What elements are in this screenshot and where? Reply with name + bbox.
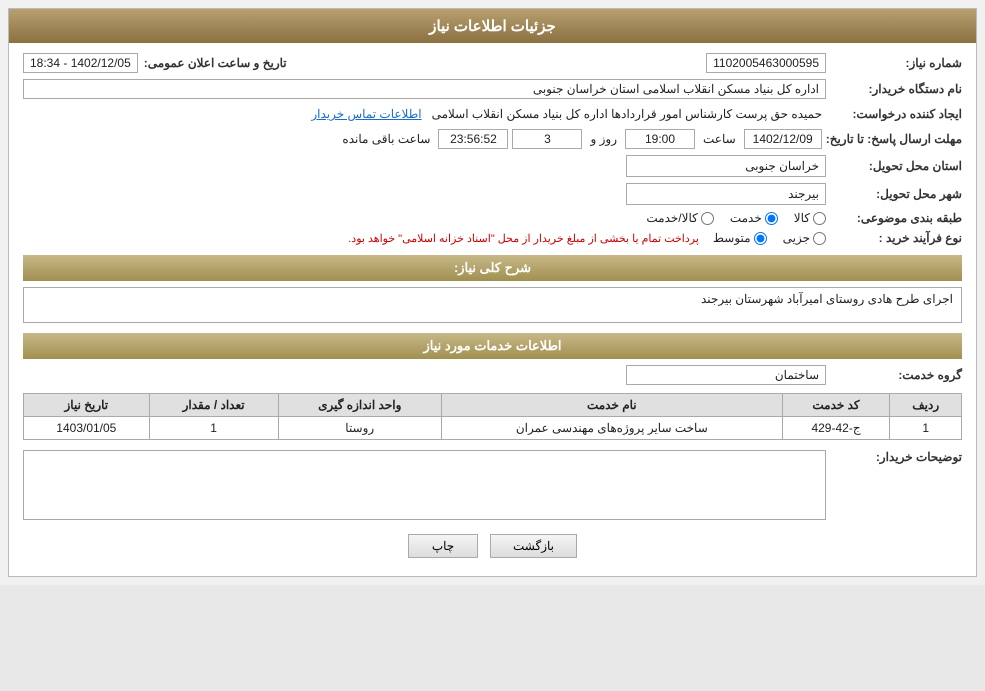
table-cell-date: 1403/01/05 — [24, 417, 150, 440]
table-cell-quantity: 1 — [149, 417, 278, 440]
category-option-khedmat[interactable]: خدمت — [730, 211, 778, 225]
table-cell-unit: روستا — [278, 417, 441, 440]
buyer-notes-input[interactable] — [23, 450, 826, 520]
category-label: طبقه بندی موضوعی: — [832, 211, 962, 225]
action-buttons: بازگشت چاپ — [23, 534, 962, 558]
description-section-header: شرح کلی نیاز: — [23, 255, 962, 281]
creator-contact-link[interactable]: اطلاعات تماس خریدار — [311, 107, 421, 121]
table-cell-code: ج-42-429 — [782, 417, 890, 440]
process-option-jozi[interactable]: جزیی — [783, 231, 826, 245]
table-header-qty: تعداد / مقدار — [149, 394, 278, 417]
table-header-unit: واحد اندازه گیری — [278, 394, 441, 417]
services-table: ردیف کد خدمت نام خدمت واحد اندازه گیری ت… — [23, 393, 962, 440]
announce-label: تاریخ و ساعت اعلان عمومی: — [144, 56, 287, 70]
city-value: بیرجند — [626, 183, 826, 205]
process-label: نوع فرآیند خرید : — [832, 231, 962, 245]
deadline-label: مهلت ارسال پاسخ: تا تاریخ: — [826, 132, 962, 146]
city-label: شهر محل تحویل: — [832, 187, 962, 201]
deadline-days: 3 — [512, 129, 582, 149]
category-option-kala-khedmat[interactable]: کالا/خدمت — [646, 211, 713, 225]
print-button[interactable]: چاپ — [408, 534, 478, 558]
service-group-label: گروه خدمت: — [832, 368, 962, 382]
process-note: پرداخت تمام یا بخشی از مبلغ خریدار از مح… — [348, 232, 699, 245]
category-option-kala[interactable]: کالا — [794, 211, 826, 225]
table-cell-name: ساخت سایر پروژه‌های مهندسی عمران — [441, 417, 782, 440]
back-button[interactable]: بازگشت — [490, 534, 577, 558]
deadline-remaining: 23:56:52 — [438, 129, 508, 149]
deadline-date: 1402/12/09 — [744, 129, 822, 149]
deadline-time-label: ساعت — [699, 130, 740, 148]
service-group-value: ساختمان — [626, 365, 826, 385]
buyer-org-label: نام دستگاه خریدار: — [832, 82, 962, 96]
table-header-name: نام خدمت — [441, 394, 782, 417]
need-number-value: 1102005463000595 — [706, 53, 826, 73]
page-title: جزئیات اطلاعات نیاز — [9, 9, 976, 43]
deadline-remaining-label: ساعت باقی مانده — [338, 130, 434, 148]
province-value: خراسان جنوبی — [626, 155, 826, 177]
table-header-code: کد خدمت — [782, 394, 890, 417]
deadline-time: 19:00 — [625, 129, 695, 149]
description-value: اجرای طرح هادی روستای امیرآباد شهرستان ب… — [23, 287, 962, 323]
creator-label: ایجاد کننده درخواست: — [832, 107, 962, 121]
table-cell-row: 1 — [890, 417, 962, 440]
table-header-date: تاریخ نیاز — [24, 394, 150, 417]
table-header-row: ردیف — [890, 394, 962, 417]
buyer-org-value: اداره کل بنیاد مسکن انقلاب اسلامی استان … — [23, 79, 826, 99]
process-option-motavaset[interactable]: متوسط — [713, 231, 767, 245]
announce-value: 1402/12/05 - 18:34 — [23, 53, 138, 73]
deadline-day-label: روز و — [586, 130, 621, 148]
creator-value: حمیده حق پرست کارشناس امور قراردادها ادا… — [428, 105, 826, 123]
category-radio-group: کالا خدمت کالا/خدمت — [646, 211, 826, 225]
services-section-header: اطلاعات خدمات مورد نیاز — [23, 333, 962, 359]
process-radio-group: جزیی متوسط — [713, 231, 826, 245]
province-label: استان محل تحویل: — [832, 159, 962, 173]
table-row: 1ج-42-429ساخت سایر پروژه‌های مهندسی عمرا… — [24, 417, 962, 440]
buyer-notes-label: توضیحات خریدار: — [832, 450, 962, 464]
need-number-label: شماره نیاز: — [832, 56, 962, 70]
